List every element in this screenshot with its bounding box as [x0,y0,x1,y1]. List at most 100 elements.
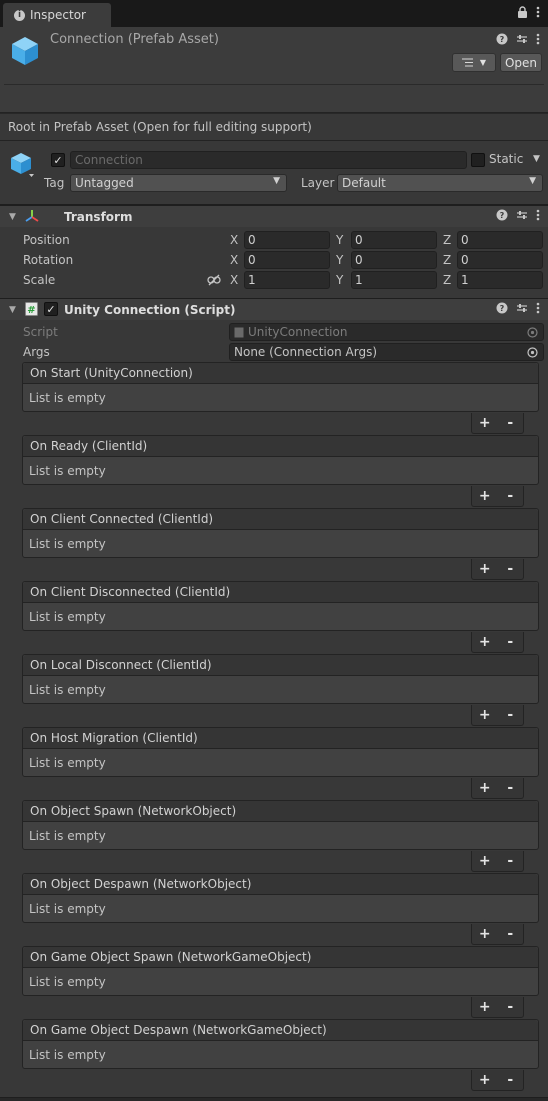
help-icon[interactable]: ? [496,302,508,317]
event-title: On Client Disconnected (ClientId) [23,582,538,603]
add-listener-button[interactable]: + [472,413,498,433]
script-value: UnityConnection [248,325,348,339]
remove-listener-button[interactable]: - [498,997,524,1017]
axis-x-label[interactable]: X [230,273,238,287]
args-object-field[interactable]: None (Connection Args) [229,343,544,361]
unity-event-on-client-connected: On Client Connected (ClientId) List is e… [22,508,539,558]
unity-event-on-client-disconnected: On Client Disconnected (ClientId) List i… [22,581,539,631]
active-checkbox[interactable]: ✓ [51,153,65,167]
transform-header[interactable]: ▼ Transform ? [0,205,548,227]
axis-x-label[interactable]: X [230,253,238,267]
scale-z-field[interactable]: 1 [457,271,543,289]
settings-sliders-icon[interactable] [516,302,528,317]
scale-x-field[interactable]: 1 [244,271,330,289]
settings-sliders-icon[interactable] [516,33,528,48]
rotation-label: Rotation [23,253,74,267]
remove-listener-button[interactable]: - [498,413,524,433]
scale-label: Scale [23,273,56,287]
add-listener-button[interactable]: + [472,997,498,1017]
gameobject-name-input[interactable]: Connection [70,151,467,169]
static-checkbox[interactable] [471,153,485,167]
event-title: On Object Despawn (NetworkObject) [23,874,538,895]
transform-title: Transform [64,209,133,224]
foldout-arrow-icon[interactable]: ▼ [9,305,16,315]
remove-listener-button[interactable]: - [498,632,524,652]
remove-listener-button[interactable]: - [498,1070,524,1090]
axis-y-label[interactable]: Y [336,273,343,287]
event-empty-text: List is empty [29,610,106,624]
axis-y-label[interactable]: Y [336,253,343,267]
rotation-z-field[interactable]: 0 [457,251,543,269]
lock-icon[interactable] [517,6,528,21]
axis-z-label[interactable]: Z [443,253,451,267]
help-icon[interactable]: ? [496,209,508,224]
list-controls: + - [471,1070,524,1091]
event-title: On Game Object Spawn (NetworkGameObject) [23,947,538,968]
add-listener-button[interactable]: + [472,924,498,944]
component-enabled-checkbox[interactable]: ✓ [44,302,58,316]
list-controls: + - [471,705,524,726]
position-z-field[interactable]: 0 [457,231,543,249]
event-empty-text: List is empty [29,829,106,843]
transform-axes-icon [25,210,39,222]
tab-inspector[interactable]: i Inspector [3,3,111,27]
kebab-menu-icon[interactable] [536,209,540,224]
kebab-menu-icon[interactable] [536,33,540,48]
remove-listener-button[interactable]: - [498,486,524,506]
event-empty-text: List is empty [29,975,106,989]
unity-connection-header-icons: ? [496,302,540,317]
add-listener-button[interactable]: + [472,705,498,725]
object-picker-icon[interactable] [527,347,538,358]
axis-z-label[interactable]: Z [443,273,451,287]
position-y-field[interactable]: 0 [351,231,437,249]
scale-y-field[interactable]: 1 [351,271,437,289]
list-controls: + - [471,632,524,653]
add-listener-button[interactable]: + [472,632,498,652]
open-button[interactable]: Open [500,53,542,72]
rotation-x-field[interactable]: 0 [244,251,330,269]
axis-z-label[interactable]: Z [443,233,451,247]
position-x-field[interactable]: 0 [244,231,330,249]
tag-label: Tag [44,176,65,190]
axis-x-label[interactable]: X [230,233,238,247]
kebab-menu-icon[interactable] [536,6,540,21]
unity-event-on-object-despawn: On Object Despawn (NetworkObject) List i… [22,873,539,923]
transform-header-icons: ? [496,209,540,224]
add-listener-button[interactable]: + [472,851,498,871]
add-listener-button[interactable]: + [472,559,498,579]
unity-connection-header[interactable]: ▼ # ✓ Unity Connection (Script) ? [0,298,548,320]
tag-dropdown[interactable]: Untagged ▼ [70,174,287,192]
root-notice: Root in Prefab Asset (Open for full edit… [0,114,548,141]
add-listener-button[interactable]: + [472,778,498,798]
event-title: On Ready (ClientId) [23,436,538,457]
static-dropdown-icon[interactable]: ▼ [533,154,540,164]
remove-listener-button[interactable]: - [498,778,524,798]
add-listener-button[interactable]: + [472,486,498,506]
script-file-icon [234,327,244,337]
add-listener-button[interactable]: + [472,1070,498,1090]
layer-dropdown[interactable]: Default ▼ [337,174,543,192]
foldout-arrow-icon[interactable]: ▼ [9,212,16,222]
remove-listener-button[interactable]: - [498,559,524,579]
overrides-dropdown-button[interactable]: ▼ [452,53,496,72]
remove-listener-button[interactable]: - [498,705,524,725]
gameobject-cube-icon[interactable] [10,152,34,178]
unity-event-on-local-disconnect: On Local Disconnect (ClientId) List is e… [22,654,539,704]
list-icon [461,58,473,67]
script-label: Script [23,325,58,339]
axis-y-label[interactable]: Y [336,233,343,247]
constrain-proportions-link-icon[interactable] [207,274,221,286]
bottom-divider [0,1097,548,1098]
settings-sliders-icon[interactable] [516,209,528,224]
transform-body: Position X 0 Y 0 Z 0 Rotation X 0 Y 0 Z … [0,227,548,298]
unity-event-on-start: On Start (UnityConnection) List is empty [22,362,539,412]
unity-event-on-game-object-spawn: On Game Object Spawn (NetworkGameObject)… [22,946,539,996]
kebab-menu-icon[interactable] [536,302,540,317]
remove-listener-button[interactable]: - [498,851,524,871]
help-icon[interactable]: ? [496,33,508,48]
event-title: On Game Object Despawn (NetworkGameObjec… [23,1020,538,1041]
rotation-y-field[interactable]: 0 [351,251,437,269]
event-empty-text: List is empty [29,683,106,697]
chevron-down-icon: ▼ [529,176,536,186]
remove-listener-button[interactable]: - [498,924,524,944]
